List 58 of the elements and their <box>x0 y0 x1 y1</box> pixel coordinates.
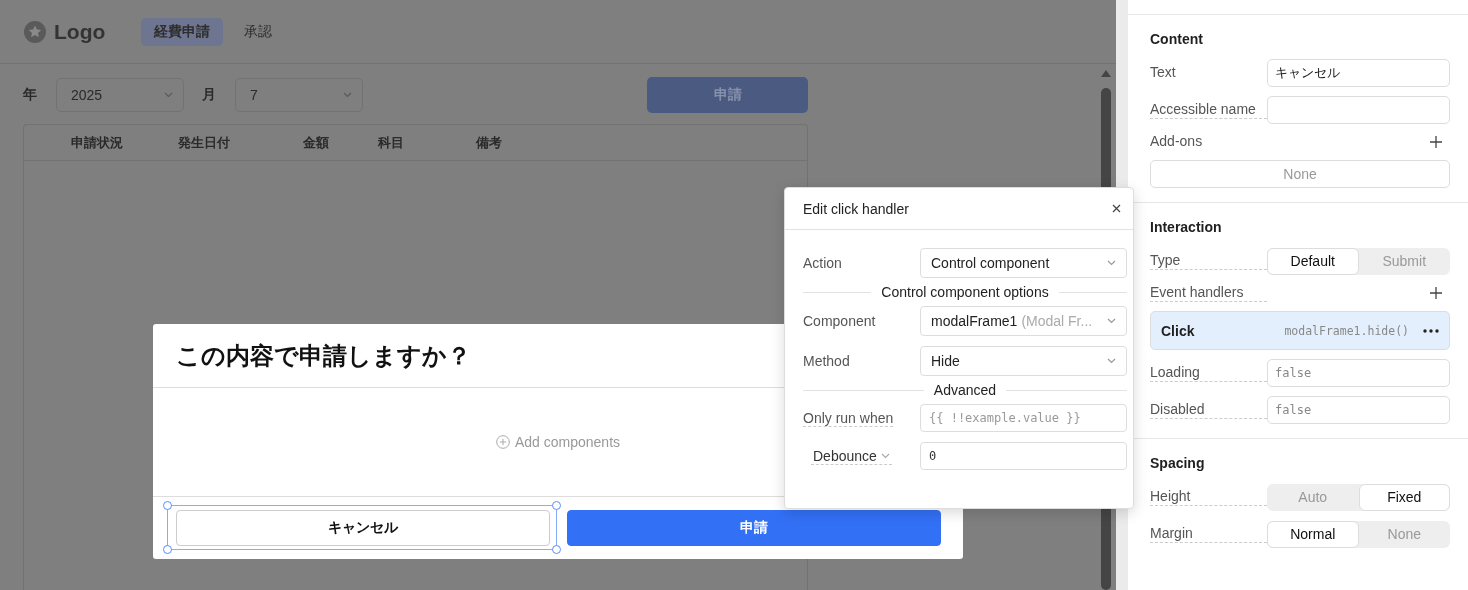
column-header: 科目 <box>378 133 405 152</box>
chevron-down-icon <box>880 452 890 459</box>
segment-option[interactable]: None <box>1358 520 1450 548</box>
segment-option[interactable]: Default <box>1267 247 1359 275</box>
submit-button[interactable]: 申請 <box>567 510 941 546</box>
condition-input[interactable]: {{ !!example.value }} <box>920 404 1127 432</box>
code-field[interactable]: false <box>1267 359 1450 387</box>
property-label: Loading <box>1150 364 1267 382</box>
empty-list: None <box>1150 160 1450 188</box>
property-label: Add-ons <box>1150 133 1204 151</box>
nav-tab[interactable]: 承認 <box>231 17 286 46</box>
field-label: Only run when <box>803 410 894 427</box>
column-header: 金額 <box>303 133 330 152</box>
group-heading: Control component options <box>881 284 1049 300</box>
popover-title: Edit click handler <box>803 200 909 217</box>
close-icon[interactable] <box>1112 204 1121 213</box>
filter-label: 月 <box>202 86 217 104</box>
filter-select[interactable]: 2025 <box>56 78 184 112</box>
text-field[interactable]: キャンセル <box>1267 59 1450 87</box>
field-label: Action <box>803 255 843 271</box>
chevron-down-icon <box>343 92 352 98</box>
section-title: Interaction <box>1150 219 1223 235</box>
code-field[interactable]: false <box>1267 396 1450 424</box>
property-label: Event handlers <box>1150 284 1267 302</box>
select-field[interactable]: modalFrame1 (Modal Fr... <box>920 306 1127 336</box>
section-title: Content <box>1150 31 1204 47</box>
segment-option[interactable]: Submit <box>1358 247 1450 275</box>
plus-icon[interactable] <box>1430 136 1442 148</box>
column-header: 備考 <box>476 133 503 152</box>
property-label: Text <box>1150 64 1177 82</box>
field-label: Method <box>803 353 851 369</box>
select-field[interactable]: Control component <box>920 248 1127 278</box>
property-label: Accessible name <box>1150 101 1267 119</box>
chevron-down-icon <box>1107 260 1116 266</box>
chevron-down-icon <box>164 92 173 98</box>
nav-tab[interactable]: 経費申請 <box>141 17 224 46</box>
text-field[interactable] <box>1267 96 1450 124</box>
debounce-dropdown[interactable]: Debounce <box>811 447 892 465</box>
cancel-button[interactable]: キャンセル <box>176 510 550 546</box>
filter-label: 年 <box>23 86 38 104</box>
debounce-input[interactable]: 0 <box>920 442 1127 470</box>
logo-text: Logo <box>54 19 106 44</box>
section-title: Spacing <box>1150 455 1206 471</box>
add-components-hint[interactable]: Add components <box>514 434 621 450</box>
property-label: Disabled <box>1150 401 1267 419</box>
segment-option[interactable]: Auto <box>1267 483 1359 511</box>
more-icon[interactable] <box>1423 328 1439 333</box>
filter-select[interactable]: 7 <box>235 78 363 112</box>
select-field[interactable]: Hide <box>920 346 1127 376</box>
column-header: 申請状況 <box>71 133 124 152</box>
handler-code: modalFrame1.hide() <box>1284 323 1409 338</box>
plus-icon[interactable] <box>1430 287 1442 299</box>
column-header: 発生日付 <box>178 133 231 152</box>
chevron-down-icon <box>1107 318 1116 324</box>
event-handler-item[interactable]: Click modalFrame1.hide() <box>1150 311 1450 350</box>
chevron-down-icon <box>1107 358 1116 364</box>
segment-option[interactable]: Fixed <box>1358 483 1450 511</box>
segment-option[interactable]: Normal <box>1267 520 1359 548</box>
